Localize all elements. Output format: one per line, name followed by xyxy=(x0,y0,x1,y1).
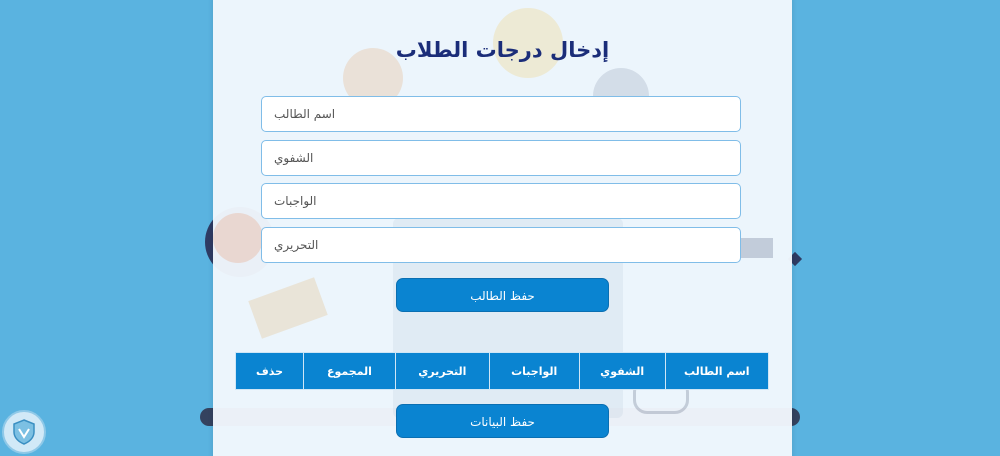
column-header-delete: حذف xyxy=(234,352,305,390)
column-header-homework: الواجبات xyxy=(488,352,580,390)
oral-grade-input[interactable] xyxy=(261,140,741,176)
column-header-oral: الشفوي xyxy=(578,352,666,390)
shield-logo-icon xyxy=(2,410,46,454)
column-header-total: المجموع xyxy=(303,352,396,390)
written-grade-input[interactable] xyxy=(261,227,741,263)
card-illustration xyxy=(248,277,328,339)
grades-table: اسم الطالب الشفوي الواجبات التحريري المج… xyxy=(234,352,770,390)
student-name-input[interactable] xyxy=(261,96,741,132)
page-title: إدخال درجات الطلاب xyxy=(395,38,610,62)
save-data-button[interactable]: حفظ البيانات xyxy=(396,404,609,438)
card-illustration xyxy=(213,213,263,263)
homework-grade-input[interactable] xyxy=(261,183,741,219)
column-header-student-name: اسم الطالب xyxy=(664,352,770,390)
column-header-written: التحريري xyxy=(394,352,490,390)
save-student-button[interactable]: حفظ الطالب xyxy=(396,278,609,312)
grades-form-card: إدخال درجات الطلاب حفظ الطالب اسم الطالب… xyxy=(213,0,792,456)
table-header-row: اسم الطالب الشفوي الواجبات التحريري المج… xyxy=(234,352,770,390)
